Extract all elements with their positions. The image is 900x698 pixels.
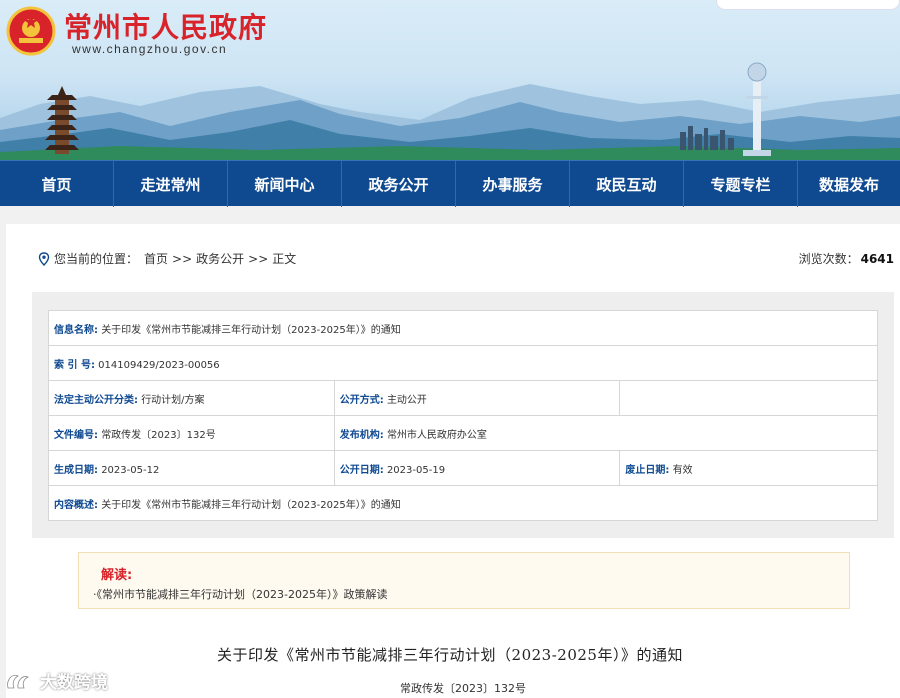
view-counter: 浏览次数： 4641 (799, 250, 894, 267)
info-publisher-cell: 发布机构: 常州市人民政府办公室 (333, 415, 879, 451)
breadcrumb-prefix: 您当前的位置： (54, 252, 139, 266)
site-title[interactable]: 常州市人民政府 (64, 6, 267, 46)
info-summary-value: 关于印发《常州市节能减排三年行动计划（2023-2025年）》的通知 (101, 499, 401, 511)
watermark: 大数跨境 (4, 668, 108, 693)
info-index-value: 014109429/2023-00056 (98, 359, 220, 371)
info-abolished-label: 废止日期: (625, 464, 670, 476)
info-name-cell: 信息名称: 关于印发《常州市节能减排三年行动计划（2023-2025年）》的通知 (48, 310, 878, 346)
info-summary-label: 内容概述: (54, 499, 98, 511)
info-created-cell: 生成日期: 2023-05-12 (48, 450, 335, 486)
info-publisher-value: 常州市人民政府办公室 (386, 429, 487, 441)
table-row: 信息名称: 关于印发《常州市节能减排三年行动计划（2023-2025年）》的通知 (48, 310, 878, 346)
info-name-label: 信息名称: (54, 324, 98, 336)
info-summary-cell: 内容概述: 关于印发《常州市节能减排三年行动计划（2023-2025年）》的通知 (48, 485, 878, 521)
main-nav: 首页 走进常州 新闻中心 政务公开 办事服务 政民互动 专题专栏 数据发布 (0, 160, 900, 207)
info-index-cell: 索 引 号: 014109429/2023-00056 (48, 345, 878, 381)
site-url: www.changzhou.gov.cn (72, 42, 228, 56)
info-published-label: 公开日期: (339, 464, 384, 476)
table-row: 法定主动公开分类: 行动计划/方案 公开方式: 主动公开 (48, 380, 878, 416)
breadcrumb: 您当前的位置： 首页 >> 政务公开 >> 正文 (38, 250, 296, 267)
info-method-label: 公开方式: (339, 394, 384, 406)
nav-item-about[interactable]: 走进常州 (114, 161, 228, 207)
nav-item-data[interactable]: 数据发布 (798, 161, 900, 207)
watermark-text: 大数跨境 (40, 673, 108, 693)
info-method-value: 主动公开 (386, 394, 427, 406)
nav-item-topics[interactable]: 专题专栏 (684, 161, 798, 207)
nav-item-interaction[interactable]: 政民互动 (570, 161, 684, 207)
info-empty-cell (619, 380, 878, 416)
nav-item-home[interactable]: 首页 (0, 161, 114, 207)
info-table: 信息名称: 关于印发《常州市节能减排三年行动计划（2023-2025年）》的通知… (48, 310, 879, 521)
header-banner: 常州市人民政府 www.changzhou.gov.cn (0, 0, 900, 160)
search-input[interactable] (716, 0, 900, 10)
info-created-value: 2023-05-12 (101, 464, 160, 476)
national-emblem-icon (6, 6, 56, 56)
article-title: 关于印发《常州市节能减排三年行动计划（2023-2025年）》的通知 (217, 646, 683, 664)
interpretation-link[interactable]: ·《常州市节能减排三年行动计划（2023-2025年）》政策解读 (93, 586, 387, 602)
interpretation-title: 解读: (101, 568, 133, 583)
article-doc-number: 常政传发〔2023〕132号 (400, 682, 526, 695)
table-row: 索 引 号: 014109429/2023-00056 (48, 345, 878, 381)
nav-item-news[interactable]: 新闻中心 (228, 161, 342, 207)
interpretation-box: 解读: ·《常州市节能减排三年行动计划（2023-2025年）》政策解读 (78, 552, 850, 609)
info-abolished-value: 有效 (672, 464, 693, 476)
info-method-cell: 公开方式: 主动公开 (333, 380, 621, 416)
watermark-logo-icon (7, 674, 35, 688)
info-name-value: 关于印发《常州市节能减排三年行动计划（2023-2025年）》的通知 (101, 324, 401, 336)
info-publisher-label: 发布机构: (339, 429, 384, 441)
breadcrumb-current: 正文 (272, 252, 297, 266)
info-category-label: 法定主动公开分类: (54, 394, 138, 406)
table-row: 内容概述: 关于印发《常州市节能减排三年行动计划（2023-2025年）》的通知 (48, 485, 878, 521)
table-row: 生成日期: 2023-05-12 公开日期: 2023-05-19 废止日期: … (48, 450, 878, 486)
info-created-label: 生成日期: (54, 464, 98, 476)
info-docno-cell: 文件编号: 常政传发〔2023〕132号 (48, 415, 335, 451)
nav-item-services[interactable]: 办事服务 (456, 161, 570, 207)
info-published-value: 2023-05-19 (386, 464, 446, 476)
info-published-cell: 公开日期: 2023-05-19 (333, 450, 621, 486)
info-index-label: 索 引 号: (54, 359, 95, 371)
info-docno-label: 文件编号: (54, 429, 98, 441)
info-docno-value: 常政传发〔2023〕132号 (101, 429, 216, 441)
info-category-cell: 法定主动公开分类: 行动计划/方案 (48, 380, 335, 416)
view-count-value: 4641 (860, 252, 894, 266)
nav-item-gov-affairs[interactable]: 政务公开 (342, 161, 456, 207)
info-category-value: 行动计划/方案 (141, 394, 205, 406)
location-pin-icon (38, 251, 50, 266)
breadcrumb-home[interactable]: 首页 (144, 250, 168, 267)
breadcrumb-separator: >> (248, 251, 269, 266)
view-count-label: 浏览次数： (798, 252, 859, 266)
breadcrumb-separator: >> (172, 251, 193, 266)
breadcrumb-gov-affairs[interactable]: 政务公开 (196, 250, 244, 267)
info-abolished-cell: 废止日期: 有效 (619, 450, 878, 486)
table-row: 文件编号: 常政传发〔2023〕132号 发布机构: 常州市人民政府办公室 (48, 415, 879, 451)
